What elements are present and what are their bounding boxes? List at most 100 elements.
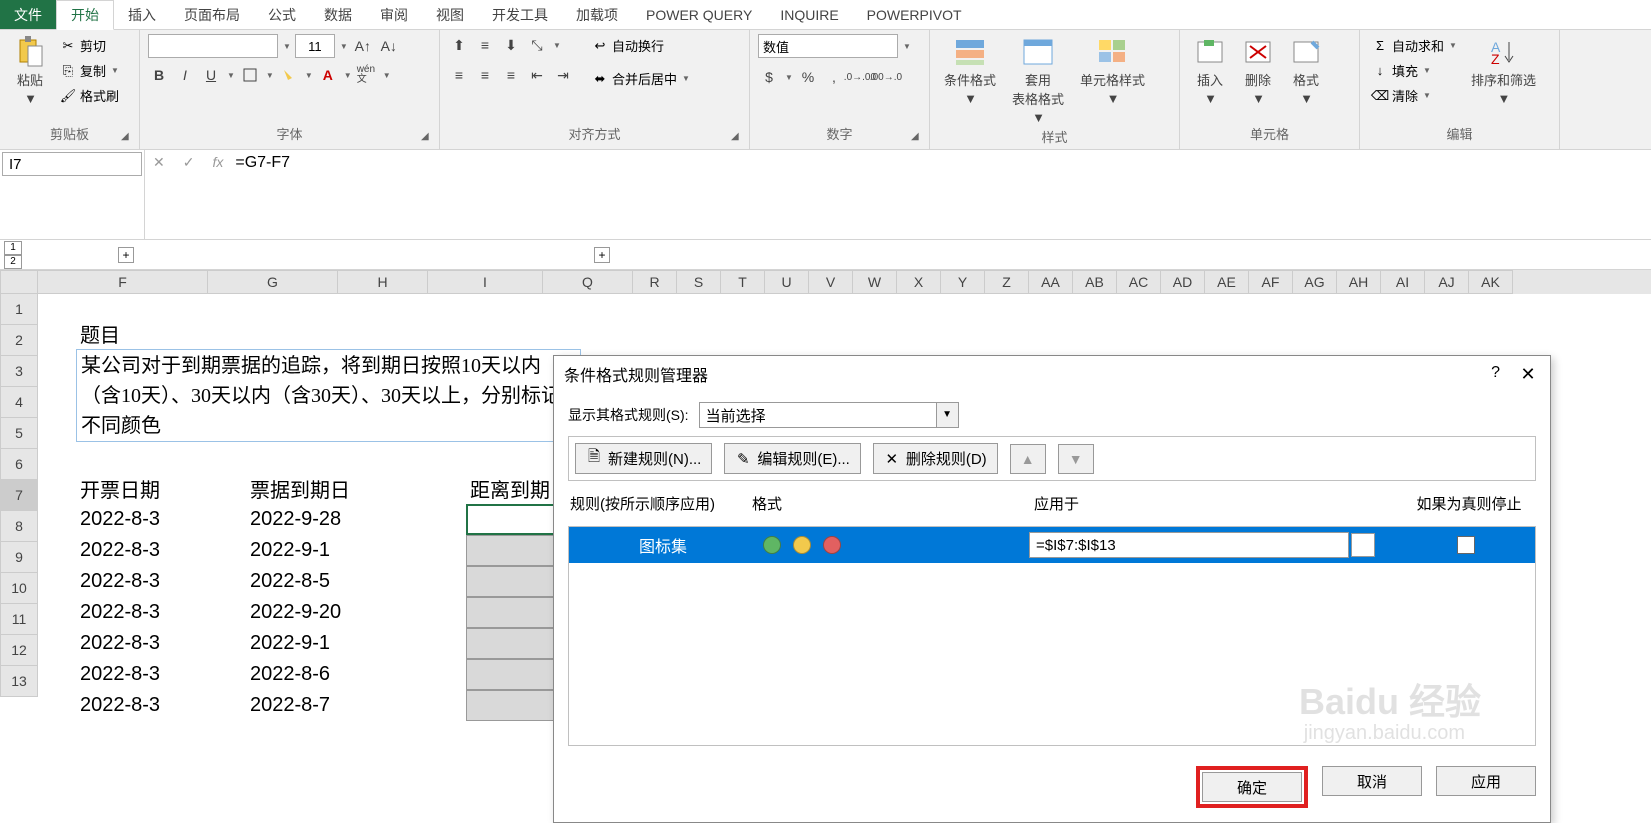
col-head-V[interactable]: V <box>809 270 853 294</box>
col-head-U[interactable]: U <box>765 270 809 294</box>
conditional-format-button[interactable]: 条件格式▼ <box>938 34 1002 108</box>
align-middle-icon[interactable]: ≡ <box>474 34 496 56</box>
align-right-icon[interactable]: ≡ <box>500 64 522 86</box>
wrap-text-button[interactable]: ↩自动换行 <box>588 34 694 57</box>
delete-rule-button[interactable]: ✕删除规则(D) <box>873 443 998 474</box>
move-down-button[interactable]: ▼ <box>1058 444 1094 474</box>
col-head-AK[interactable]: AK <box>1469 270 1513 294</box>
autosum-button[interactable]: Σ自动求和▼ <box>1368 34 1461 57</box>
col-head-AJ[interactable]: AJ <box>1425 270 1469 294</box>
row-head-7[interactable]: 7 <box>0 480 38 511</box>
ok-button[interactable]: 确定 <box>1202 772 1302 802</box>
decrease-font-icon[interactable]: A↓ <box>378 35 400 57</box>
percent-icon[interactable]: % <box>797 66 819 88</box>
show-rules-input[interactable] <box>699 402 937 428</box>
expand-group-1[interactable]: + <box>118 247 134 263</box>
border-button[interactable] <box>239 64 261 86</box>
tab-pagelayout[interactable]: 页面布局 <box>170 0 254 29</box>
apply-button[interactable]: 应用 <box>1436 766 1536 796</box>
row-head-5[interactable]: 5 <box>0 418 38 449</box>
cut-button[interactable]: ✂剪切 <box>56 34 123 57</box>
row-head-11[interactable]: 11 <box>0 604 38 635</box>
cell-F7[interactable]: 2022-8-3 <box>76 504 246 535</box>
cell-F13[interactable]: 2022-8-3 <box>76 690 246 721</box>
underline-button[interactable]: U <box>200 64 222 86</box>
col-head-Z[interactable]: Z <box>985 270 1029 294</box>
fx-icon[interactable]: fx <box>212 154 223 170</box>
row-head-1[interactable]: 1 <box>0 294 38 325</box>
format-cell-button[interactable]: 格式▼ <box>1284 34 1328 108</box>
row-head-10[interactable]: 10 <box>0 573 38 604</box>
tab-insert[interactable]: 插入 <box>114 0 170 29</box>
indent-inc-icon[interactable]: ⇥ <box>552 64 574 86</box>
inc-decimal-icon[interactable]: .0→.00 <box>849 66 871 88</box>
help-icon[interactable]: ? <box>1491 364 1500 385</box>
tab-data[interactable]: 数据 <box>310 0 366 29</box>
align-launcher-icon[interactable]: ◢ <box>731 131 745 145</box>
row-head-13[interactable]: 13 <box>0 666 38 697</box>
cancel-button[interactable]: 取消 <box>1322 766 1422 796</box>
number-launcher-icon[interactable]: ◢ <box>911 131 925 145</box>
chevron-down-icon[interactable]: ▼ <box>937 402 959 428</box>
cell-G11[interactable]: 2022-9-1 <box>246 628 376 659</box>
row-head-4[interactable]: 4 <box>0 387 38 418</box>
name-box-input[interactable] <box>2 152 142 176</box>
insert-cell-button[interactable]: 插入▼ <box>1188 34 1232 108</box>
cell-G9[interactable]: 2022-8-5 <box>246 566 376 597</box>
cell-F12[interactable]: 2022-8-3 <box>76 659 246 690</box>
indent-dec-icon[interactable]: ⇤ <box>526 64 548 86</box>
cell-G10[interactable]: 2022-9-20 <box>246 597 376 628</box>
font-family-input[interactable] <box>148 34 278 58</box>
tab-home[interactable]: 开始 <box>56 0 114 30</box>
fill-color-button[interactable] <box>278 64 300 86</box>
enter-formula-icon[interactable]: ✓ <box>183 154 195 171</box>
tab-file[interactable]: 文件 <box>0 0 56 29</box>
align-left-icon[interactable]: ≡ <box>448 64 470 86</box>
cell-F11[interactable]: 2022-8-3 <box>76 628 246 659</box>
align-bottom-icon[interactable]: ⬇ <box>500 34 522 56</box>
formula-input[interactable]: =G7-F7 <box>231 152 1651 174</box>
phonetic-button[interactable]: wén 文 <box>356 64 378 86</box>
tab-formulas[interactable]: 公式 <box>254 0 310 29</box>
currency-icon[interactable]: $ <box>758 66 780 88</box>
row-head-12[interactable]: 12 <box>0 635 38 666</box>
merge-center-button[interactable]: ⬌合并后居中▼ <box>588 67 694 90</box>
orientation-icon[interactable]: ⤡ <box>526 34 548 56</box>
cell-F1[interactable]: 题目 <box>76 318 246 349</box>
merged-description-cell[interactable]: 某公司对于到期票据的追踪，将到期日按照10天以内（含10天）、30天以内（含30… <box>76 349 581 442</box>
tab-powerquery[interactable]: POWER QUERY <box>632 0 766 29</box>
col-head-AF[interactable]: AF <box>1249 270 1293 294</box>
col-head-AC[interactable]: AC <box>1117 270 1161 294</box>
row-head-6[interactable]: 6 <box>0 449 38 480</box>
paste-button[interactable]: 粘贴 ▼ <box>8 34 52 108</box>
sort-filter-button[interactable]: AZ 排序和筛选▼ <box>1465 34 1542 108</box>
cell-G13[interactable]: 2022-8-7 <box>246 690 376 721</box>
font-color-button[interactable]: A <box>317 64 339 86</box>
col-head-T[interactable]: T <box>721 270 765 294</box>
row-head-8[interactable]: 8 <box>0 511 38 542</box>
fill-button[interactable]: ↓填充▼ <box>1368 59 1461 82</box>
col-head-H[interactable]: H <box>338 270 428 294</box>
col-head-I[interactable]: I <box>428 270 543 294</box>
tab-view[interactable]: 视图 <box>422 0 478 29</box>
applies-to-input[interactable] <box>1029 532 1349 558</box>
tab-addins[interactable]: 加载项 <box>562 0 632 29</box>
col-head-Q[interactable]: Q <box>543 270 633 294</box>
col-head-AI[interactable]: AI <box>1381 270 1425 294</box>
cell-G8[interactable]: 2022-9-1 <box>246 535 376 566</box>
copy-button[interactable]: ⎘复制▼ <box>56 59 123 82</box>
outline-level-1[interactable]: 1 <box>4 241 22 255</box>
clear-button[interactable]: ⌫清除▼ <box>1368 84 1461 107</box>
expand-group-2[interactable]: + <box>594 247 610 263</box>
cell-F9[interactable]: 2022-8-3 <box>76 566 246 597</box>
table-format-button[interactable]: 套用 表格格式▼ <box>1006 34 1070 127</box>
clipboard-launcher-icon[interactable]: ◢ <box>121 131 135 145</box>
number-format-input[interactable] <box>758 34 898 58</box>
move-up-button[interactable]: ▲ <box>1010 444 1046 474</box>
range-picker-icon[interactable]: ⊞ <box>1351 533 1375 557</box>
col-head-S[interactable]: S <box>677 270 721 294</box>
row-head-3[interactable]: 3 <box>0 356 38 387</box>
cell-F10[interactable]: 2022-8-3 <box>76 597 246 628</box>
col-head-X[interactable]: X <box>897 270 941 294</box>
tab-powerpivot[interactable]: POWERPIVOT <box>853 0 976 29</box>
